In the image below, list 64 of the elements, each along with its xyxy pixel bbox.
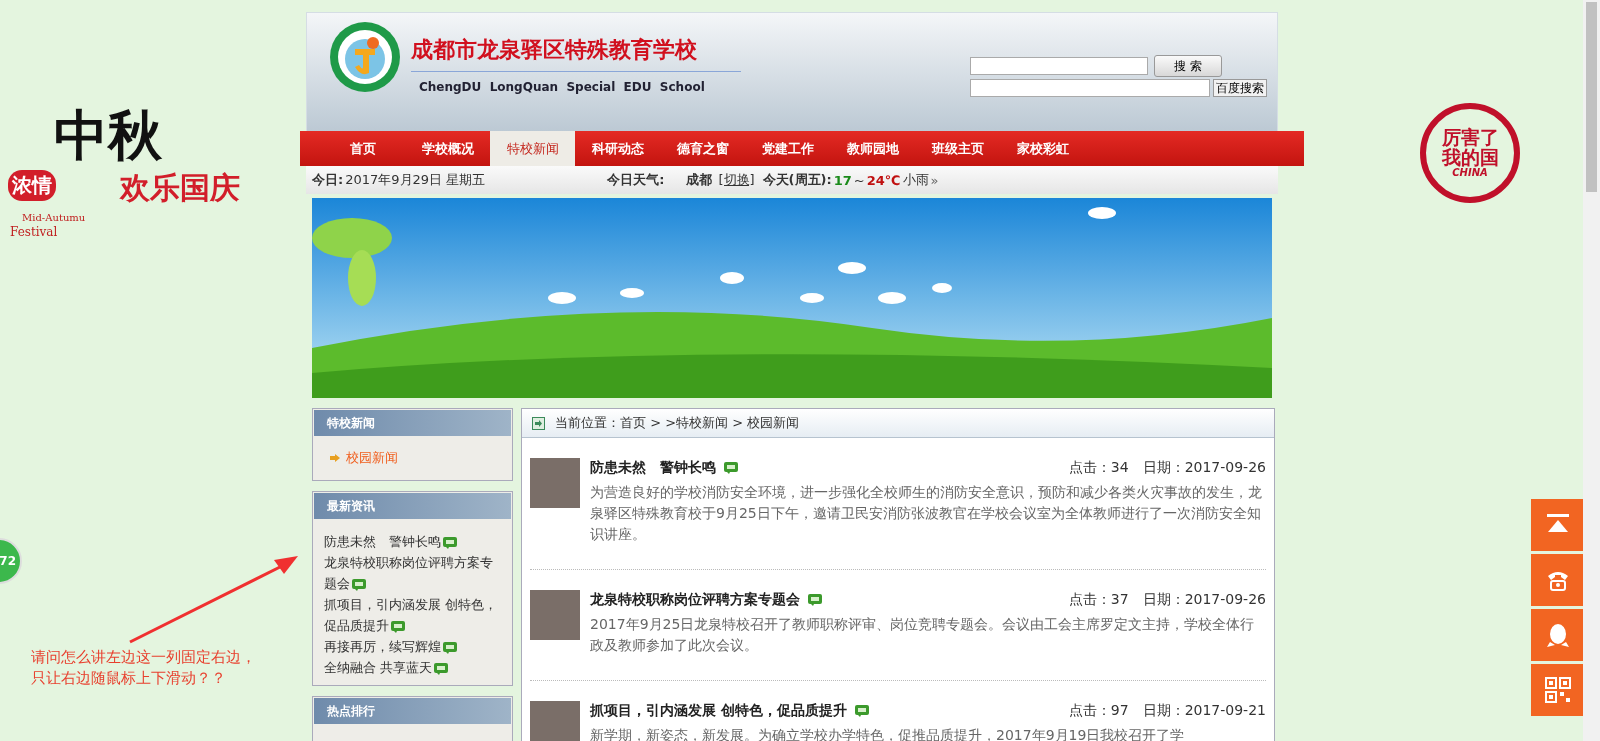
breadcrumb: 当前位置：首页 > >特校新闻 > 校园新闻 (555, 414, 800, 432)
news-link[interactable]: 防患未然 警钟长鸣 (324, 531, 457, 552)
article-date: 日期：2017-09-26 (1142, 459, 1266, 477)
temperature-separator: ~ (853, 172, 865, 188)
news-link[interactable]: 全纳融合 共享蓝天 (324, 657, 449, 678)
news-link[interactable]: 校园新闻 (346, 447, 398, 468)
weather-condition: 小雨 (902, 171, 929, 189)
nav-tab[interactable]: 家校彩虹 (1000, 131, 1085, 166)
festival-artwork: 浓情 中秋 欢乐国庆 Mid-Autumu Festival (7, 102, 241, 241)
annotation-text: 只让右边随鼠标上下滑动？？ (31, 668, 227, 689)
hit-count: 点击：34 (1068, 459, 1129, 477)
weather-label: 今日天气: (607, 171, 665, 189)
baidu-search-field[interactable] (970, 79, 1210, 97)
panel-title: 热点排行 (314, 698, 511, 724)
news-link[interactable]: 再接再厉，续写辉煌 (324, 636, 457, 657)
school-logo-icon (329, 21, 401, 93)
article-date: 日期：2017-09-26 (1142, 591, 1266, 609)
city-name: 成都 (686, 171, 713, 189)
more-link[interactable]: » (930, 172, 939, 188)
qr-code-icon (1542, 675, 1573, 705)
panel-title: 最新资讯 (314, 493, 511, 519)
date-text: 2017年9月29日 星期五 (345, 171, 486, 189)
search-field[interactable] (970, 57, 1148, 75)
nav-tab[interactable]: 科研动态 (575, 131, 660, 166)
nav-tab[interactable]: 德育之窗 (660, 131, 745, 166)
nav-tab[interactable]: 党建工作 (745, 131, 830, 166)
nav-tab[interactable]: 教师园地 (830, 131, 915, 166)
nav-tab[interactable]: 特校新闻 (490, 131, 575, 166)
scrollbar[interactable] (1583, 0, 1600, 741)
article-date: 日期：2017-09-21 (1142, 702, 1266, 720)
nav-tab[interactable]: 班级主页 (915, 131, 1000, 166)
hit-count: 点击：37 (1068, 591, 1129, 609)
school-english-name: ChengDU LongQuan Special EDU School (419, 80, 706, 94)
switch-link[interactable]: [切换] (718, 171, 755, 189)
qr-code-button[interactable] (1531, 664, 1584, 716)
news-link[interactable]: 龙泉特校职称岗位评聘方案专题会 (324, 552, 501, 594)
scrollbar-thumb[interactable] (1586, 2, 1597, 192)
low-temperature: 17 (833, 172, 852, 188)
article-title[interactable]: 龙泉特校职称岗位评聘方案专题会 (590, 591, 800, 609)
photo-placeholder (530, 458, 580, 508)
arrow-box-icon (532, 416, 545, 430)
day-label: 今天(周五): (762, 171, 832, 189)
search-button[interactable]: 搜 索 (1154, 55, 1222, 77)
school-name: 成都市龙泉驿区特殊教育学校 (411, 35, 741, 72)
arrow-icon (330, 453, 340, 462)
article-title[interactable]: 抓项目，引内涵发展 创特色，促品质提升 (590, 702, 847, 720)
annotation-text: 请问怎么讲左边这一列固定右边， (31, 647, 256, 668)
news-link[interactable]: 抓项目，引内涵发展 创特色，促品质提升 (324, 594, 501, 636)
photo-placeholder (530, 590, 580, 640)
nav-tab[interactable]: 学校概况 (405, 131, 490, 166)
article-summary: 为营造良好的学校消防安全环境，进一步强化全校师生的消防安全意识，预防和减少各类火灾事故的发生，龙泉驿区特殊教育校于9月25日下午，邀请卫民安消防张波教官在学校会议室为全体教师进行了一次消防安全知识讲座。 (590, 483, 1263, 544)
back-to-top-button[interactable] (1531, 499, 1584, 551)
article-title[interactable]: 防患未然 警钟长鸣 (590, 459, 716, 477)
panel-title: 特校新闻 (314, 410, 511, 436)
hit-count: 点击：97 (1068, 702, 1129, 720)
high-temperature: 24℃ (866, 172, 901, 188)
photo-placeholder (530, 701, 580, 741)
qq-button[interactable] (1531, 609, 1584, 661)
speech-bubble-logo: 厉害了 我的国 CHINA (1420, 103, 1520, 203)
nav-tab[interactable]: 首页 (320, 131, 405, 166)
date-label: 今日: (312, 171, 344, 189)
phone-button[interactable] (1531, 554, 1584, 606)
article-summary: 2017年9月25日龙泉特校召开了教师职称评审、岗位竞聘专题会。会议由工会主席罗定文主持，学校全体行政及教师参加了此次会议。 (590, 615, 1256, 655)
baidu-search-button[interactable]: 百度搜索 (1213, 79, 1267, 97)
